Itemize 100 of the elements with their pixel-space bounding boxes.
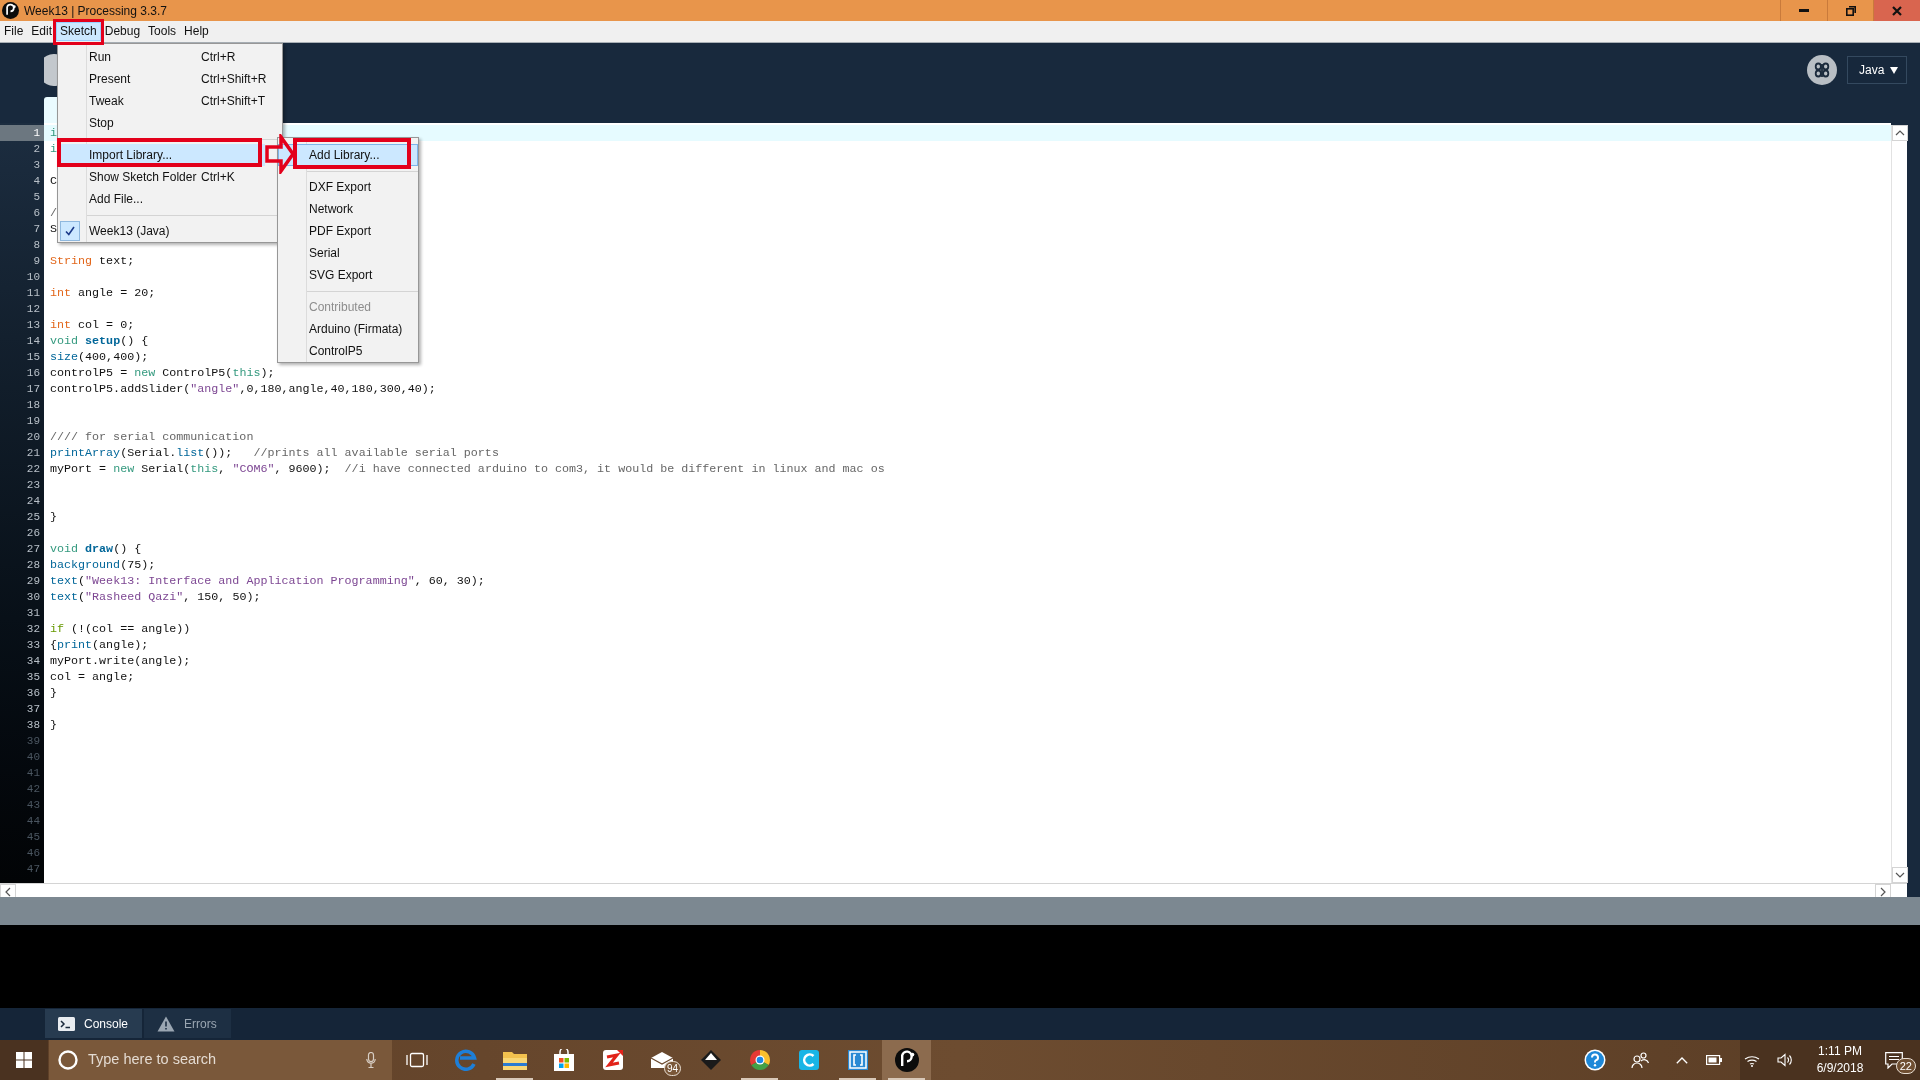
line-number: 28 [26, 558, 40, 573]
diamond-icon [699, 1049, 722, 1071]
line-number: 14 [26, 334, 40, 349]
horizontal-scrollbar[interactable] [0, 883, 1907, 897]
vertical-scrollbar[interactable] [1891, 125, 1907, 883]
debug-button[interactable] [1807, 55, 1837, 85]
console-tab[interactable]: Console [45, 1009, 143, 1038]
minimize-icon [1799, 9, 1809, 12]
line-number: 26 [26, 526, 40, 541]
menu-item[interactable]: Edit [31, 22, 53, 41]
line-number: 41 [26, 766, 40, 781]
code-line: {print(angle); [50, 637, 149, 653]
submenu-item[interactable]: Network [278, 198, 418, 220]
line-number: 35 [26, 670, 40, 685]
mode-button[interactable]: Java [1847, 56, 1907, 84]
close-icon [1892, 5, 1902, 16]
line-number: 42 [26, 782, 40, 797]
shortcut-label: Ctrl+Shift+R [201, 71, 267, 88]
code-line: void setup() { [50, 333, 149, 349]
submenu-item[interactable]: SVG Export [278, 264, 418, 286]
speaker-icon[interactable] [1777, 1053, 1793, 1067]
count-badge: 22 [1895, 1058, 1916, 1074]
code-line: size(400,400); [50, 349, 149, 365]
menu-entry[interactable]: Tweak Ctrl+Shift+T [58, 90, 277, 112]
code-line: printArray(Serial.list()); //prints all available serial ports [50, 445, 499, 461]
code-line: //// for serial communication [50, 429, 254, 445]
code-line: int angle = 20; [50, 285, 156, 301]
butterfly-icon [1807, 55, 1837, 85]
chevron-up-icon[interactable] [1892, 125, 1908, 141]
code-line: controlP5 = new ControlP5(this); [50, 365, 275, 381]
close-button[interactable] [1873, 0, 1920, 21]
chevron-down-icon[interactable] [1892, 867, 1908, 883]
line-number: 45 [26, 830, 40, 845]
code-line: void draw() { [50, 541, 142, 557]
code-line: / [50, 205, 57, 221]
menu-entry[interactable]: Present Ctrl+Shift+R [58, 68, 277, 90]
line-number: 18 [26, 398, 40, 413]
line-number: 23 [26, 478, 40, 493]
submenu-item[interactable]: DXF Export [278, 176, 418, 198]
folder-icon [502, 1050, 527, 1070]
search-field[interactable]: Type here to search [49, 1040, 392, 1080]
line-number: 40 [26, 750, 40, 765]
line-number: 47 [26, 862, 40, 877]
menu-entry[interactable]: Week13 (Java) [58, 220, 277, 242]
menu-item[interactable]: Sketch [56, 22, 101, 41]
search-placeholder: Type here to search [88, 1050, 217, 1070]
menu-item[interactable]: Help [184, 22, 209, 41]
four-panes-icon [16, 1052, 32, 1068]
code-line: if (!(col == angle)) [50, 621, 191, 637]
line-number: 32 [26, 622, 40, 637]
line-number: 21 [26, 446, 40, 461]
code-line: myPort = new Serial(this, "COM6", 9600); //i have connected arduino to com3, it would be different in linux and mac os [50, 461, 885, 477]
wifi-icon[interactable] [1744, 1053, 1760, 1067]
task-view-icon [405, 1052, 428, 1068]
line-number: 12 [26, 302, 40, 317]
code-line: text("Rasheed Qazi", 150, 50); [50, 589, 261, 605]
line-number: 6 [33, 206, 40, 221]
code-line: int col = 0; [50, 317, 135, 333]
line-number: 22 [26, 462, 40, 477]
code-line: } [50, 717, 57, 733]
line-number: 46 [26, 846, 40, 861]
line-number: 20 [26, 430, 40, 445]
clock[interactable]: 1:11 PM 6/9/2018 [1807, 1040, 1873, 1080]
console-tab[interactable]: Errors [144, 1009, 231, 1038]
menu-entry[interactable]: Add File... [58, 188, 277, 210]
round-button[interactable] [44, 54, 57, 86]
warning-icon [157, 1015, 176, 1032]
people-icon[interactable] [1631, 1052, 1649, 1068]
shortcut-label: Ctrl+R [201, 49, 236, 66]
line-number: 31 [26, 606, 40, 621]
clock-time: 1:11 PM [1818, 1043, 1862, 1060]
menu-entry[interactable]: Stop [58, 112, 277, 134]
menu-item[interactable]: Tools [148, 22, 177, 41]
line-number: 24 [26, 494, 40, 509]
taskbar-button[interactable] [882, 1040, 931, 1080]
line-number: 34 [26, 654, 40, 669]
menu-entry[interactable]: Show Sketch Folder Ctrl+K [58, 166, 277, 188]
start-button[interactable] [0, 1040, 48, 1080]
submenu-item[interactable]: Serial [278, 242, 418, 264]
submenu-item[interactable]: ControlP5 [278, 340, 418, 362]
code-line: controlP5.addSlider("angle",0,180,angle,40,180,300,40); [50, 381, 436, 397]
caret-icon [1890, 66, 1899, 74]
menu-entry[interactable]: Run Ctrl+R [58, 46, 277, 68]
help-icon[interactable] [1584, 1049, 1606, 1071]
line-number: 5 [33, 190, 40, 205]
notification-button[interactable]: 22 [1873, 1040, 1920, 1080]
code-line: String text; [50, 253, 135, 269]
submenu-item[interactable]: Arduino (Firmata) [278, 318, 418, 340]
terminal-icon [58, 1016, 75, 1031]
logo-icon [2, 2, 19, 19]
line-number: 39 [26, 734, 40, 749]
menu-item[interactable]: Debug [104, 22, 141, 41]
submenu-item[interactable]: PDF Export [278, 220, 418, 242]
line-number: 30 [26, 590, 40, 605]
battery-icon[interactable] [1706, 1055, 1722, 1065]
line-number: 33 [26, 638, 40, 653]
taskbar-button[interactable]: 94 [637, 1040, 686, 1080]
bracket-icon [846, 1049, 869, 1071]
menu-item[interactable]: File [4, 22, 24, 41]
restore-icon [1845, 5, 1856, 16]
